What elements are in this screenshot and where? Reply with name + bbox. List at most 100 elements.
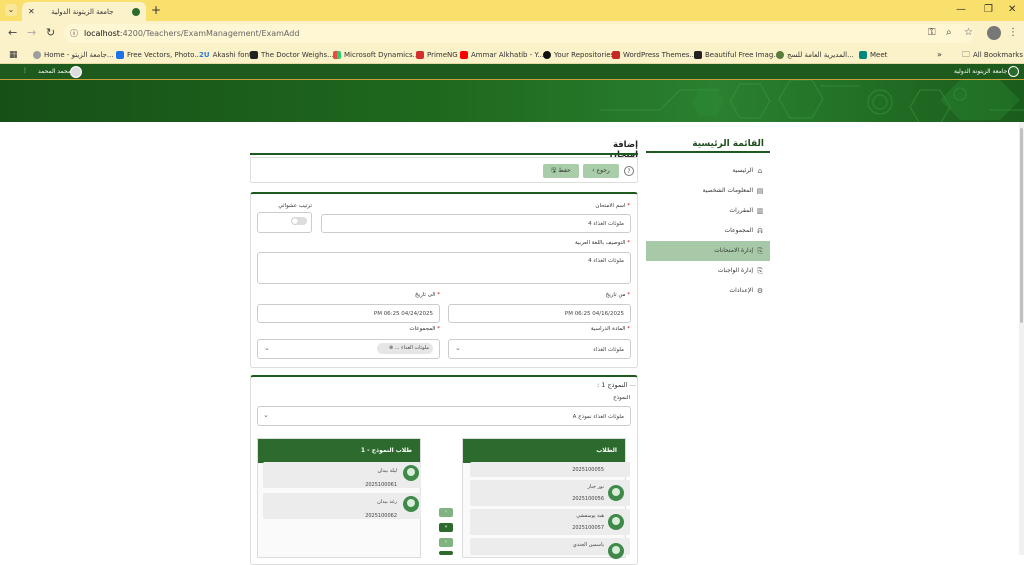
list-item[interactable]: ليلة بيدان 2025100061 (263, 462, 421, 488)
list-item[interactable]: نور جبار 2025100056 (470, 480, 630, 506)
sidebar-item-courses[interactable]: ▥ المقررات (646, 201, 770, 221)
list-item[interactable]: ياسمين الجندي (470, 538, 630, 559)
random-order-toggle[interactable] (291, 217, 307, 225)
help-icon[interactable]: ? (624, 166, 634, 176)
exam-name-label: * اسم الامتحان (595, 203, 630, 209)
reload-icon[interactable]: ↻ (46, 27, 55, 39)
chip-remove-icon[interactable]: ⊗ (389, 345, 393, 351)
save-button[interactable]: 🖫 حفظ (543, 164, 579, 178)
move-all-right-button[interactable] (439, 551, 453, 555)
url-input[interactable]: ⓘ localhost:4200/Teachers/ExamManagement… (64, 24, 974, 43)
bookmark-item[interactable]: Your Repositories (543, 49, 614, 61)
site-info-icon[interactable]: ⓘ (70, 24, 78, 43)
bookmarks-bar: ▦ Home - جامعة الزيتو... Free Vectors, P… (0, 46, 1024, 64)
bookmark-item[interactable]: WordPress Themes... (612, 49, 696, 61)
subject-select[interactable]: ملوثات الغذاء (448, 339, 631, 359)
move-right-button[interactable]: › (439, 538, 453, 547)
site-logo (1008, 66, 1019, 77)
exam-name-input[interactable]: ملوثات الغذاء 4 (321, 214, 631, 233)
from-date-input[interactable]: 04/16/2025 06:25 PM (448, 304, 631, 323)
avatar (608, 514, 624, 530)
move-all-left-button[interactable]: « (439, 523, 453, 532)
sidebar-title: القائمة الرئيسية (646, 136, 770, 153)
bookmark-item[interactable]: 2U Akashi font (199, 49, 252, 61)
assignment-icon: ⎘ (757, 267, 763, 275)
settings-icon: ⚙ (756, 287, 764, 295)
avatar (403, 465, 419, 481)
all-bookmarks-folder[interactable]: 🗀 All Bookmarks (962, 49, 1023, 61)
random-order-label: ترتيب عشوائي (278, 203, 312, 209)
menu-dots-icon[interactable]: ⋮ (22, 67, 28, 74)
sidebar-item-label: المعلومات الشخصية (702, 187, 754, 194)
scrollbar-thumb[interactable] (1020, 128, 1023, 323)
tab-close-icon[interactable]: ✕ (28, 7, 35, 16)
password-key-icon[interactable]: ⚿ (928, 27, 936, 39)
exam-icon: ⎘ (757, 247, 763, 255)
model-label: النموذج (613, 395, 630, 401)
chevron-down-icon: ⌄ (455, 344, 461, 352)
url-path: :4200/Teachers/ExamManagement/ExamAdd (119, 29, 300, 38)
bookmark-item[interactable]: Beautiful Free Imag... (694, 49, 780, 61)
bookmark-star-icon[interactable]: ☆ (964, 27, 973, 39)
avatar (608, 543, 624, 559)
bookmark-item[interactable]: PrimeNG (416, 49, 458, 61)
description-textarea[interactable]: ملوثات الغذاء 4 (257, 252, 631, 284)
sidebar-item-settings[interactable]: ⚙ الإعدادات (646, 281, 770, 301)
model-select[interactable]: ملوثات الغذاء نموذج A (257, 406, 631, 426)
tab-search-button[interactable]: ⌄ (5, 4, 17, 16)
back-arrow-icon[interactable]: ← (8, 27, 17, 39)
browser-tab[interactable]: جامعة الزيتونة الدولية ✕ (22, 2, 146, 21)
list-item[interactable]: رغد بيدان 2025100062 (263, 493, 421, 519)
chevron-down-icon: ⌄ (264, 344, 270, 352)
restore-icon[interactable]: ❐ (984, 4, 993, 16)
profile-avatar[interactable] (987, 26, 1001, 40)
sidebar-item-assignments[interactable]: ⎘ إدارة الواجبات (646, 261, 770, 281)
home-icon: ⌂ (757, 167, 763, 175)
bookmark-item[interactable]: Home - جامعة الزيتو... (33, 49, 114, 61)
sidebar: القائمة الرئيسية ⌂ الرئيسية ▤ المعلومات ال… (646, 136, 770, 301)
chevron-down-icon: ⌄ (263, 411, 269, 419)
list-item[interactable]: 2025100055 (470, 462, 630, 477)
list-item[interactable]: هبة يوسفشي 2025100057 (470, 509, 630, 535)
app-top-bar: محمد المحمد ⋮ جامعة الزيتونة الدولية (0, 64, 1024, 80)
sidebar-item-home[interactable]: ⌂ الرئيسية (646, 161, 770, 181)
bookmark-item[interactable]: Free Vectors, Photo... (116, 49, 201, 61)
bookmark-item[interactable]: Microsoft Dynamics... (333, 49, 419, 61)
sidebar-item-groups[interactable]: ᕱ المجموعات (646, 221, 770, 241)
save-icon: 🖫 (551, 167, 557, 174)
bookmark-item[interactable]: Ammar Alkhatib - Y... (460, 49, 544, 61)
avatar (608, 485, 624, 501)
book-icon: ▥ (756, 207, 764, 215)
user-name[interactable]: محمد المحمد (38, 68, 71, 75)
new-tab-button[interactable]: + (151, 3, 161, 17)
users-icon: ᕱ (757, 227, 763, 235)
more-bookmarks-icon[interactable]: » (937, 49, 942, 61)
apps-grid-icon[interactable]: ▦ (9, 49, 18, 61)
subject-label: * المادة الدراسية (590, 326, 630, 332)
minimize-icon[interactable]: — (956, 4, 966, 16)
tab-title: جامعة الزيتونة الدولية (51, 7, 114, 16)
to-date-input[interactable]: 04/24/2025 06:25 PM (257, 304, 440, 323)
sidebar-item-exams[interactable]: ⎘ إدارة الامتحانات (646, 241, 770, 261)
group-chip[interactable]: ملوثات الغذاء ... ⊗ (377, 343, 433, 354)
bookmark-item[interactable]: The Doctor Weighs... (250, 49, 334, 61)
close-window-icon[interactable]: ✕ (1008, 4, 1016, 16)
id-card-icon: ▤ (756, 187, 764, 195)
action-toolbar: ? ‹ رجوع 🖫 حفظ (250, 157, 638, 183)
chevron-right-icon: ‹ (592, 167, 595, 174)
model-legend: — النموذج 1 : (596, 381, 636, 389)
sidebar-item-personal-info[interactable]: ▤ المعلومات الشخصية (646, 181, 770, 201)
back-button[interactable]: ‹ رجوع (583, 164, 619, 178)
sidebar-item-label: المقررات (729, 207, 753, 214)
user-avatar[interactable] (70, 66, 82, 78)
to-date-label: * الى تاريخ (415, 292, 440, 298)
zoom-icon[interactable]: ⌕ (946, 27, 952, 39)
forward-arrow-icon[interactable]: → (27, 27, 36, 39)
bookmark-item[interactable]: Meet (859, 49, 887, 61)
bookmark-item[interactable]: المديرية العامة للسج... (776, 49, 854, 61)
header-banner (0, 80, 1024, 122)
move-left-button[interactable]: ‹ (439, 508, 453, 517)
title-divider (250, 153, 638, 155)
menu-kebab-icon[interactable]: ⋮ (1008, 27, 1018, 39)
sidebar-item-label: إدارة الامتحانات (714, 247, 753, 254)
